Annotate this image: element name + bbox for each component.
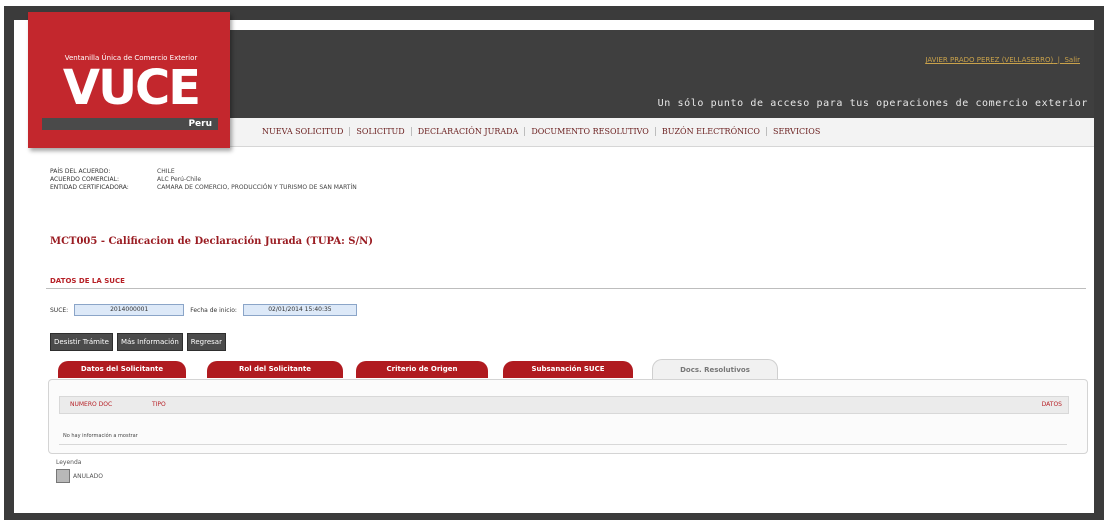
action-buttons: Desistir Trámite Más Información Regresa… <box>50 333 230 351</box>
suce-label: SUCE: <box>50 306 69 314</box>
page-title: MCT005 - Calificacion de Declaración Jur… <box>50 236 374 247</box>
tab-docs-resolutivos[interactable]: Docs. Resolutivos <box>652 359 778 380</box>
logo-wordmark: VUCE <box>62 60 201 116</box>
nav-item-nueva-solicitud[interactable]: NUEVA SOLICITUD <box>256 126 351 136</box>
anulado-swatch-icon <box>56 469 70 483</box>
col-numero-doc[interactable]: NUMERO DOC <box>70 401 112 408</box>
section-divider <box>46 288 1086 289</box>
nav-item-servicios[interactable]: SERVICIOS <box>767 127 826 136</box>
suce-field[interactable]: 2014000001 <box>74 304 185 316</box>
desistir-tramite-button[interactable]: Desistir Trámite <box>50 333 113 351</box>
empty-message: No hay información a mostrar <box>63 433 138 439</box>
nav-item-documento-resolutivo[interactable]: DOCUMENTO RESOLUTIVO <box>525 126 656 136</box>
main-nav: NUEVA SOLICITUD SOLICITUD DECLARACIÓN JU… <box>256 120 826 142</box>
pais-value: CHILE <box>157 168 175 175</box>
regresar-button[interactable]: Regresar <box>186 333 226 351</box>
user-name[interactable]: JAVIER PRADO PEREZ (VELLASERRO) <box>925 56 1053 64</box>
legend-item-anulado: ANULADO <box>73 472 103 480</box>
legend: Leyenda ANULADO <box>56 459 103 483</box>
pais-label: PAÍS DEL ACUERDO: <box>50 168 111 175</box>
col-datos[interactable]: DATOS <box>1042 401 1062 408</box>
logo-country: Peru <box>188 119 212 129</box>
table-header: NUMERO DOC TIPO DATOS <box>59 396 1069 414</box>
suce-fields: SUCE: 2014000001 Fecha de inicio: 02/01/… <box>50 304 357 316</box>
tab-criterio-origen[interactable]: Criterio de Origen <box>356 361 488 378</box>
nav-item-solicitud[interactable]: SOLICITUD <box>350 126 412 136</box>
mas-informacion-button[interactable]: Más Información <box>116 333 183 351</box>
header-tagline: Un sólo punto de acceso para tus operaci… <box>657 98 1088 109</box>
table-empty-row: No hay información a mostrar <box>59 429 1067 445</box>
tab-panel: NUMERO DOC TIPO DATOS No hay información… <box>48 379 1088 454</box>
legend-title: Leyenda <box>56 459 82 466</box>
fecha-inicio-field[interactable]: 02/01/2014 15:40:35 <box>242 304 357 316</box>
agreement-info: PAÍS DEL ACUERDO: CHILE ACUERDO COMERCIA… <box>50 168 357 192</box>
nav-item-declaracion-jurada[interactable]: DECLARACIÓN JURADA <box>412 126 526 136</box>
col-tipo[interactable]: TIPO <box>152 401 166 408</box>
acuerdo-label: ACUERDO COMERCIAL: <box>50 176 119 183</box>
vuce-logo[interactable]: Ventanilla Única de Comercio Exterior VU… <box>28 12 230 148</box>
logo-country-bar: Peru <box>42 118 218 130</box>
tab-rol-solicitante[interactable]: Rol del Solicitante <box>207 361 343 378</box>
user-account-link[interactable]: JAVIER PRADO PEREZ (VELLASERRO) | Salir <box>925 56 1080 64</box>
entidad-value: CAMARA DE COMERCIO, PRODUCCIÓN Y TURISMO… <box>157 184 357 191</box>
tab-datos-solicitante[interactable]: Datos del Solicitante <box>58 361 186 378</box>
fecha-label: Fecha de inicio: <box>190 306 237 314</box>
tab-subsanacion-suce[interactable]: Subsanación SUCE <box>503 361 633 378</box>
tab-bar: Datos del Solicitante Rol del Solicitant… <box>58 357 1068 381</box>
nav-item-buzon-electronico[interactable]: BUZÓN ELECTRÓNICO <box>656 126 767 136</box>
section-title: DATOS DE LA SUCE <box>50 277 125 285</box>
entidad-label: ENTIDAD CERTIFICADORA: <box>50 184 129 191</box>
acuerdo-value: ALC Perú-Chile <box>157 176 202 183</box>
logout-link[interactable]: Salir <box>1064 56 1080 64</box>
